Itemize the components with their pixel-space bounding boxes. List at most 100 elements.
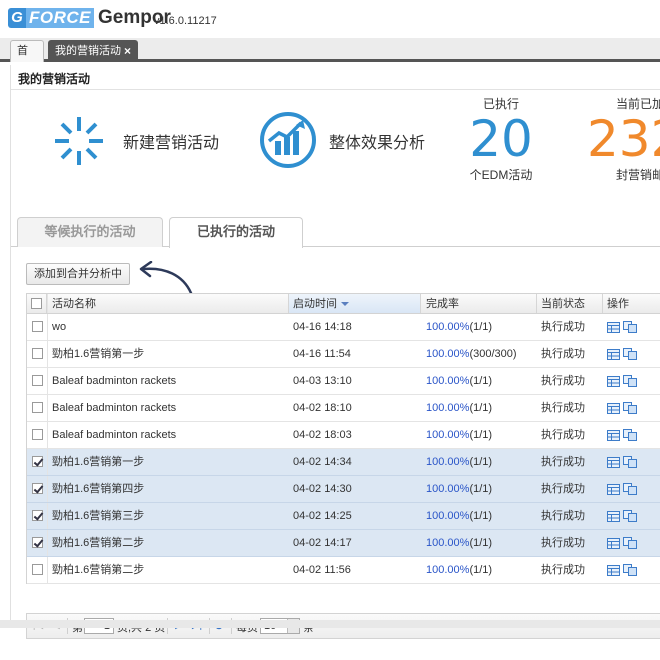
row-checkbox[interactable] — [31, 374, 43, 386]
row-actions — [603, 341, 660, 367]
grid-header: 活动名称 启动时间 完成率 当前状态 操作 — [27, 293, 660, 314]
column-header-ops: 操作 — [603, 294, 660, 313]
bottom-bar — [0, 620, 660, 628]
completion-percent[interactable]: 100.00% — [426, 348, 469, 360]
report-table-icon[interactable] — [607, 564, 620, 576]
page-area: 我的营销活动 新建营销活动 整体效果分析 已执行 20 个EDM活动 当前已加 … — [10, 65, 660, 639]
executed-stat: 已执行 20 个EDM活动 — [451, 95, 551, 183]
copy-icon[interactable] — [623, 537, 637, 550]
completion-count: (1/1) — [469, 321, 493, 333]
table-row[interactable]: 勁柏1.6营销第四步 04-02 14:30 100.00%(1/1) 执行成功 — [27, 476, 660, 503]
table-row[interactable]: 勁柏1.6营销第一步 04-16 11:54 100.00%(300/300) 执行成… — [27, 341, 660, 368]
row-checkbox[interactable] — [31, 536, 43, 548]
table-row[interactable]: 勁柏1.6营销第三步 04-02 14:25 100.00%(1/1) 执行成功 — [27, 503, 660, 530]
start-time: 04-02 14:30 — [293, 483, 352, 495]
report-table-icon[interactable] — [607, 429, 620, 441]
row-check-cell — [27, 368, 47, 394]
report-table-icon[interactable] — [607, 537, 620, 549]
copy-icon[interactable] — [623, 510, 637, 523]
copy-icon[interactable] — [623, 348, 637, 361]
column-header-status[interactable]: 当前状态 — [537, 294, 603, 313]
completion-percent[interactable]: 100.00% — [426, 483, 469, 495]
copy-icon[interactable] — [623, 402, 637, 415]
table-row[interactable]: 勁柏1.6营销第二步 04-02 11:56 100.00%(1/1) 执行成功 — [27, 557, 660, 584]
select-all-checkbox[interactable] — [31, 297, 42, 309]
column-header-rate[interactable]: 完成率 — [421, 294, 537, 313]
completion-count: (300/300) — [469, 348, 517, 360]
completion-percent[interactable]: 100.00% — [426, 456, 469, 468]
completion-rate: 100.00%(1/1) — [421, 368, 537, 394]
column-header-time[interactable]: 启动时间 — [289, 294, 421, 313]
completion-percent[interactable]: 100.00% — [426, 375, 469, 387]
completion-percent[interactable]: 100.00% — [426, 429, 469, 441]
completion-percent[interactable]: 100.00% — [426, 402, 469, 414]
copy-icon[interactable] — [623, 564, 637, 577]
campaign-name: 勁柏1.6营销第二步 — [47, 557, 289, 583]
row-checkbox[interactable] — [31, 401, 43, 413]
copy-icon[interactable] — [623, 375, 637, 388]
row-checkbox[interactable] — [31, 509, 43, 521]
campaign-name: 勁柏1.6营销第二步 — [47, 530, 289, 556]
start-time: 04-02 14:17 — [293, 537, 352, 549]
add-to-merge-analysis-button[interactable]: 添加到合并分析中 — [26, 263, 130, 285]
report-table-icon[interactable] — [607, 402, 620, 414]
grid-body: wo 04-16 14:18 100.00%(1/1) 执行成功 勁柏1.6营销第一步 0… — [27, 314, 660, 584]
copy-icon[interactable] — [623, 429, 637, 442]
table-row[interactable]: 勁柏1.6营销第二步 04-02 14:17 100.00%(1/1) 执行成功 — [27, 530, 660, 557]
table-row[interactable]: wo 04-16 14:18 100.00%(1/1) 执行成功 — [27, 314, 660, 341]
campaign-name: 勁柏1.6营销第三步 — [47, 503, 289, 529]
page-title: 我的营销活动 — [18, 72, 91, 86]
report-table-icon[interactable] — [607, 348, 620, 360]
row-checkbox[interactable] — [31, 428, 43, 440]
tab-executed-campaigns[interactable]: 已执行的活动 — [169, 217, 303, 248]
table-row[interactable]: 勁柏1.6营销第一步 04-02 14:34 100.00%(1/1) 执行成功 — [27, 449, 660, 476]
column-header-time-label: 启动时间 — [293, 298, 337, 310]
completion-percent[interactable]: 100.00% — [426, 537, 469, 549]
row-checkbox[interactable] — [31, 320, 43, 332]
column-header-name[interactable]: 活动名称 — [47, 294, 289, 313]
report-table-icon[interactable] — [607, 456, 620, 468]
table-row[interactable]: Baleaf badminton rackets 04-02 18:10 100.0… — [27, 395, 660, 422]
tab-my-campaigns[interactable]: 我的营销活动 × — [48, 40, 138, 62]
row-actions — [603, 314, 660, 340]
executed-stat-unit: 个EDM活动 — [469, 168, 533, 182]
copy-icon[interactable] — [623, 321, 637, 334]
row-check-cell — [27, 557, 47, 583]
row-checkbox[interactable] — [31, 563, 43, 575]
app-header: G FORCE Gempor v1.6.0.11217 — [0, 0, 660, 38]
copy-icon[interactable] — [623, 456, 637, 469]
tab-my-campaigns-label: 我的营销活动 — [55, 45, 121, 57]
completion-percent[interactable]: 100.00% — [426, 564, 469, 576]
report-table-icon[interactable] — [607, 483, 620, 495]
select-all-cell — [27, 294, 47, 313]
report-table-icon[interactable] — [607, 375, 620, 387]
report-table-icon[interactable] — [607, 510, 620, 522]
completion-count: (1/1) — [469, 510, 493, 522]
campaign-name: 勁柏1.6营销第四步 — [47, 476, 289, 502]
current-status: 执行成功 — [541, 402, 585, 414]
start-time: 04-02 18:10 — [293, 402, 352, 414]
new-campaign-button[interactable]: 新建营销活动 — [51, 113, 251, 167]
campaign-name: wo — [47, 314, 289, 340]
row-checkbox[interactable] — [31, 455, 43, 467]
row-checkbox[interactable] — [31, 482, 43, 494]
row-checkbox[interactable] — [31, 347, 43, 359]
table-row[interactable]: Baleaf badminton rackets 04-02 18:03 100.0… — [27, 422, 660, 449]
tab-waiting-campaigns[interactable]: 等候执行的活动 — [17, 217, 163, 247]
current-status: 执行成功 — [541, 456, 585, 468]
completion-rate: 100.00%(1/1) — [421, 557, 537, 583]
completion-percent[interactable]: 100.00% — [426, 510, 469, 522]
copy-icon[interactable] — [623, 483, 637, 496]
completion-percent[interactable]: 100.00% — [426, 321, 469, 333]
sort-desc-icon — [341, 302, 349, 307]
close-icon[interactable]: × — [124, 41, 131, 61]
table-row[interactable]: Baleaf badminton rackets 04-03 13:10 100.0… — [27, 368, 660, 395]
tab-home[interactable]: 首页 — [10, 40, 44, 77]
row-check-cell — [27, 503, 47, 529]
overall-analysis-button[interactable]: 整体效果分析 — [259, 111, 459, 169]
completion-count: (1/1) — [469, 429, 493, 441]
campaign-name: Baleaf badminton rackets — [47, 368, 289, 394]
row-actions — [603, 557, 660, 583]
sent-stat-value: 232 — [587, 110, 660, 168]
report-table-icon[interactable] — [607, 321, 620, 333]
